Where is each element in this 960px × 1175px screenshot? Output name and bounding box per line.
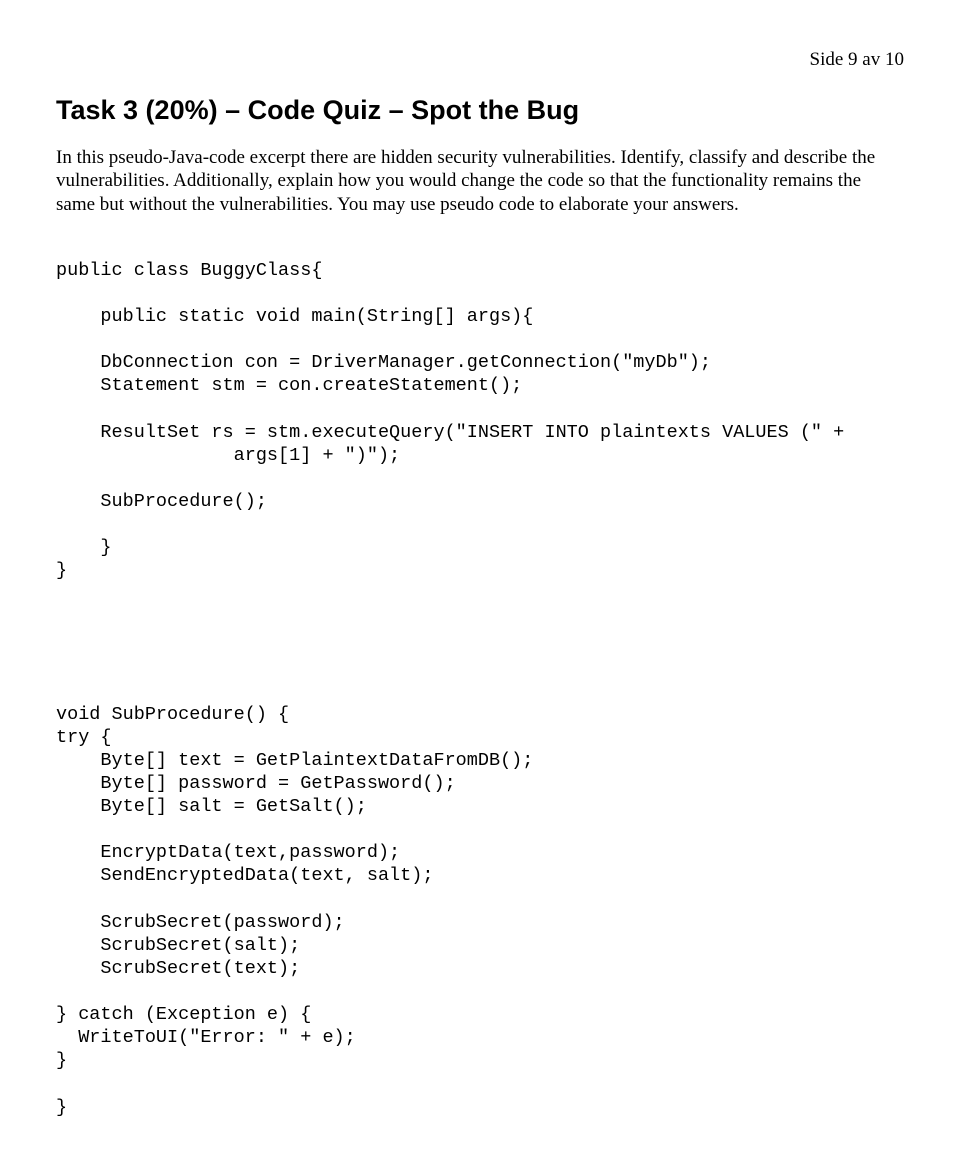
- task-title: Task 3 (20%) – Code Quiz – Spot the Bug: [56, 94, 904, 128]
- task-intro: In this pseudo-Java-code excerpt there a…: [56, 146, 896, 217]
- spacer: [56, 583, 904, 703]
- page-number: Side 9 av 10: [56, 48, 904, 72]
- code-block-1: public class BuggyClass{ public static v…: [56, 259, 904, 583]
- code-block-2: void SubProcedure() { try { Byte[] text …: [56, 703, 904, 1119]
